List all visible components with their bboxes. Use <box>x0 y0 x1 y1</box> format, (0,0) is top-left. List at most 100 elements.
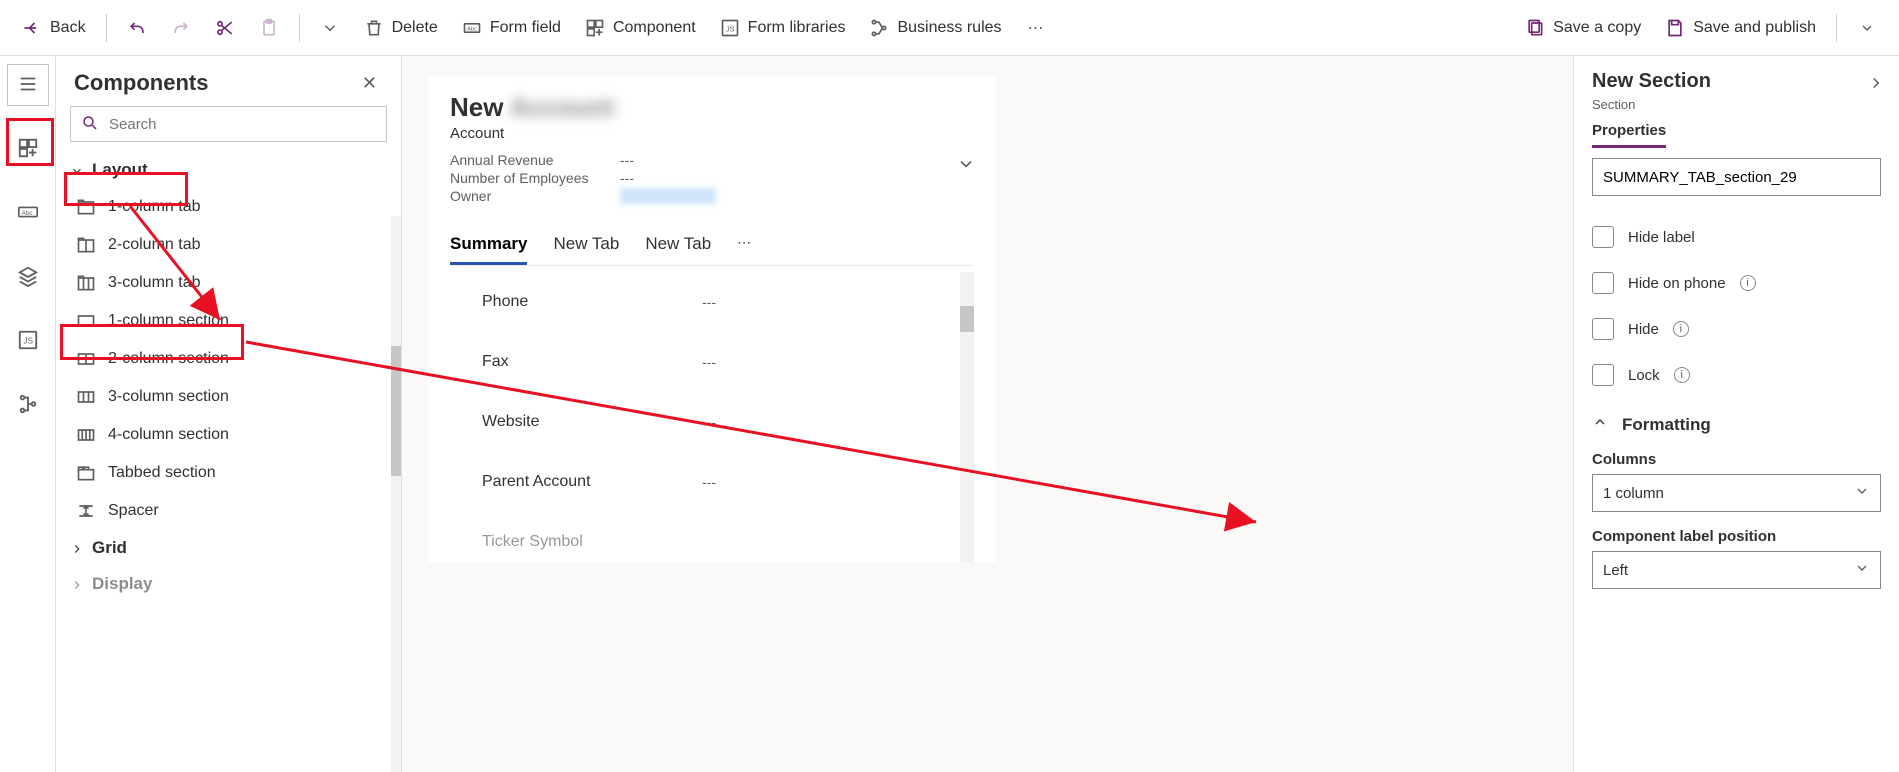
group-layout-label: Layout <box>92 160 148 180</box>
form-field-label: Form field <box>490 19 561 37</box>
rail-layers[interactable] <box>7 256 49 298</box>
group-display[interactable]: Display <box>56 566 401 602</box>
svg-text:Abc: Abc <box>21 209 33 216</box>
header-field: Owner <box>450 188 974 204</box>
header-collapse[interactable] <box>956 154 976 177</box>
field-value: --- <box>702 474 716 490</box>
form-body: Phone --- Fax --- Website --- Parent Acc… <box>450 272 974 562</box>
tab-overflow[interactable]: ⋯ <box>737 226 751 265</box>
columns-select[interactable]: 1 column <box>1592 474 1881 512</box>
tab-label: New Tab <box>645 234 711 253</box>
back-button[interactable]: Back <box>10 12 98 44</box>
checkbox-icon[interactable] <box>1592 272 1614 294</box>
formatting-header[interactable]: Formatting <box>1592 414 1881 435</box>
tab-new-1[interactable]: New Tab <box>553 226 619 265</box>
item-tabbed-section[interactable]: Tabbed section <box>62 454 395 492</box>
paste-button[interactable] <box>247 12 291 44</box>
redo-button[interactable] <box>159 12 203 44</box>
field-row[interactable]: Parent Account --- <box>450 452 974 512</box>
redo-icon <box>171 18 191 38</box>
field-row[interactable]: Phone --- <box>450 272 974 332</box>
business-rules-button[interactable]: Business rules <box>857 12 1013 44</box>
panel-scrollbar[interactable] <box>391 216 401 772</box>
body-scrollbar[interactable] <box>960 272 974 562</box>
more-chevron[interactable] <box>308 12 352 44</box>
js-icon: JS <box>720 18 740 38</box>
search-box[interactable] <box>70 106 387 142</box>
item-2-column-tab[interactable]: 2-column tab <box>62 226 395 264</box>
rail-components[interactable] <box>7 128 49 170</box>
check-hide-label[interactable]: Hide label <box>1592 214 1881 260</box>
item-label: Tabbed section <box>108 464 216 482</box>
cut-button[interactable] <box>203 12 247 44</box>
rail-tree[interactable] <box>7 384 49 426</box>
info-icon[interactable]: i <box>1740 275 1756 291</box>
props-tab-properties[interactable]: Properties <box>1592 122 1666 148</box>
scroll-thumb[interactable] <box>391 346 401 476</box>
item-spacer[interactable]: Spacer <box>62 492 395 530</box>
check-hide[interactable]: Hide i <box>1592 306 1881 352</box>
check-hide-phone[interactable]: Hide on phone i <box>1592 260 1881 306</box>
expand-pane[interactable] <box>1867 74 1885 95</box>
group-grid[interactable]: Grid <box>56 530 401 566</box>
tab-new-2[interactable]: New Tab <box>645 226 711 265</box>
field-row[interactable]: Fax --- <box>450 332 974 392</box>
chevron-right-icon <box>70 577 84 591</box>
panel-title: Components <box>74 70 208 96</box>
item-label: 1-column section <box>108 312 229 330</box>
save-copy-button[interactable]: Save a copy <box>1513 12 1653 44</box>
save-publish-button[interactable]: Save and publish <box>1653 12 1828 44</box>
item-1-column-section[interactable]: 1-column section <box>62 302 395 340</box>
close-icon: ✕ <box>362 73 377 93</box>
rail-hamburger[interactable] <box>7 64 49 106</box>
field-value: --- <box>702 354 716 370</box>
save-publish-chevron[interactable] <box>1845 12 1889 44</box>
group-layout[interactable]: Layout <box>56 152 401 188</box>
item-2-column-section[interactable]: 2-column section <box>62 340 395 378</box>
checkbox-icon[interactable] <box>1592 318 1614 340</box>
scroll-thumb[interactable] <box>960 306 974 332</box>
delete-button[interactable]: Delete <box>352 12 450 44</box>
ellipsis-icon: ⋯ <box>1026 18 1046 38</box>
save-copy-label: Save a copy <box>1553 19 1641 37</box>
svg-text:Abc: Abc <box>467 26 477 32</box>
check-label: Lock <box>1628 367 1660 384</box>
tab-summary[interactable]: Summary <box>450 226 527 265</box>
info-icon[interactable]: i <box>1674 367 1690 383</box>
form-libraries-button[interactable]: JS Form libraries <box>708 12 858 44</box>
form-subtitle: Account <box>450 125 974 142</box>
item-3-column-section[interactable]: 3-column section <box>62 378 395 416</box>
layers-icon <box>17 265 39 290</box>
info-icon[interactable]: i <box>1673 321 1689 337</box>
field-row[interactable]: Website --- <box>450 392 974 452</box>
toolbar-overflow[interactable]: ⋯ <box>1014 12 1058 44</box>
abc-icon: Abc <box>17 201 39 226</box>
clipboard-icon <box>259 18 279 38</box>
panel-close[interactable]: ✕ <box>356 72 383 95</box>
check-lock[interactable]: Lock i <box>1592 352 1881 398</box>
delete-label: Delete <box>392 19 438 37</box>
field-label: Ticker Symbol <box>482 533 702 551</box>
item-4-column-section[interactable]: 4-column section <box>62 416 395 454</box>
tabbed-icon <box>76 463 96 483</box>
form-field-button[interactable]: Abc Form field <box>450 12 573 44</box>
section-name-input[interactable] <box>1592 158 1881 196</box>
field-value: --- <box>702 414 716 430</box>
scissors-icon <box>215 18 235 38</box>
labelpos-select[interactable]: Left <box>1592 551 1881 589</box>
field-row[interactable]: Ticker Symbol <box>450 512 974 562</box>
undo-button[interactable] <box>115 12 159 44</box>
item-3-column-tab[interactable]: 3-column tab <box>62 264 395 302</box>
form-card[interactable]: New Account Account Annual Revenue --- N… <box>428 76 996 562</box>
item-1-column-tab[interactable]: 1-column tab <box>62 188 395 226</box>
component-button[interactable]: Component <box>573 12 708 44</box>
rail-fields[interactable]: Abc <box>7 192 49 234</box>
components-icon <box>17 137 39 162</box>
rail-js[interactable]: JS <box>7 320 49 362</box>
ellipsis-icon: ⋯ <box>737 234 751 250</box>
svg-text:JS: JS <box>726 24 735 33</box>
checkbox-icon[interactable] <box>1592 364 1614 386</box>
search-input[interactable] <box>107 115 376 134</box>
spacer-icon <box>76 501 96 521</box>
checkbox-icon[interactable] <box>1592 226 1614 248</box>
